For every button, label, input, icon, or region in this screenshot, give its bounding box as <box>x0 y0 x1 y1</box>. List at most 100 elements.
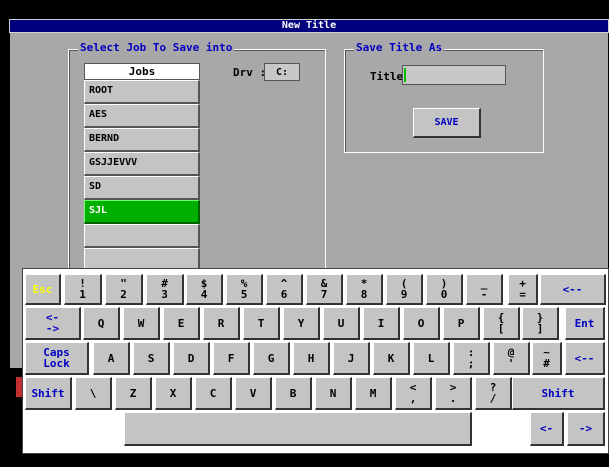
symbol-key[interactable]: + = <box>508 274 538 305</box>
key-label-bottom: 7 <box>320 288 328 301</box>
escape-key[interactable]: Esc <box>25 274 61 305</box>
key-9[interactable]: (9 <box>386 274 423 305</box>
key-2[interactable]: " 2 <box>105 274 143 305</box>
key-z[interactable]: Z <box>115 377 152 410</box>
job-list-item[interactable] <box>84 224 200 248</box>
key-n[interactable]: N <box>315 377 352 410</box>
backspace-key[interactable]: <-- <box>540 274 606 305</box>
key-l[interactable]: L <box>413 342 450 375</box>
job-list-item[interactable]: BERND <box>84 128 200 152</box>
key-label-top: U <box>337 316 345 330</box>
symbol-key[interactable]: ~ # <box>532 342 562 375</box>
job-list-item[interactable]: SJL <box>84 200 200 224</box>
key-d[interactable]: D <box>173 342 210 375</box>
key-j[interactable]: J <box>333 342 370 375</box>
symbol-key[interactable]: \ <box>75 377 112 410</box>
title-input[interactable] <box>402 65 506 85</box>
key-label-bottom: 0 <box>440 288 448 301</box>
drive-field[interactable]: C: <box>264 63 300 81</box>
key-r[interactable]: R <box>203 307 240 340</box>
key-label-top: <- <box>539 422 554 435</box>
text-cursor <box>404 68 406 82</box>
key-label-top: I <box>377 316 385 330</box>
key-label-top: P <box>457 316 465 330</box>
key-label-bottom: 1 <box>79 288 86 301</box>
key-label-top: <-- <box>562 282 583 296</box>
symbol-key[interactable]: {[ <box>483 307 520 340</box>
key-0[interactable]: ) 0 <box>426 274 463 305</box>
key-e[interactable]: E <box>163 307 200 340</box>
key-label-top: D <box>187 351 195 365</box>
shift-key[interactable]: Shift <box>25 377 72 410</box>
key-8[interactable]: * 8 <box>346 274 383 305</box>
key-4[interactable]: $4 <box>186 274 223 305</box>
key-6[interactable]: ^ 6 <box>266 274 303 305</box>
key-i[interactable]: I <box>363 307 400 340</box>
key-x[interactable]: X <box>155 377 192 410</box>
key-label-bottom: 2 <box>120 288 127 301</box>
key-label-bottom: ' <box>507 357 515 370</box>
shift-key[interactable]: Shift <box>512 377 605 410</box>
key-label-top: A <box>107 351 115 365</box>
dialog-title: New Title <box>9 19 609 33</box>
key-label-top: E <box>177 316 185 330</box>
symbol-key[interactable]: _ - <box>466 274 503 305</box>
key-v[interactable]: V <box>235 377 272 410</box>
key-label-top: Q <box>97 316 105 330</box>
key-label-bottom: ; <box>467 357 475 370</box>
key-h[interactable]: H <box>293 342 330 375</box>
symbol-key[interactable]: :; <box>453 342 490 375</box>
key-p[interactable]: P <box>443 307 480 340</box>
key-f[interactable]: F <box>213 342 250 375</box>
key-label-top: L <box>427 351 435 365</box>
key-1[interactable]: ! 1 <box>64 274 102 305</box>
key-label-top: H <box>307 351 315 365</box>
key-a[interactable]: A <box>93 342 130 375</box>
key-q[interactable]: Q <box>83 307 120 340</box>
key-label-top: Z <box>129 386 137 400</box>
key-7[interactable]: & 7 <box>306 274 343 305</box>
key-w[interactable]: W <box>123 307 160 340</box>
key-k[interactable]: K <box>373 342 410 375</box>
symbol-key[interactable]: ? / <box>475 377 512 410</box>
key-label-top: C <box>209 386 217 400</box>
key-label-top: J <box>347 351 355 365</box>
key-label-bottom: -> <box>45 322 60 335</box>
key-label-bottom: 9 <box>400 288 408 301</box>
job-list-item[interactable]: GSJJEVVV <box>84 152 200 176</box>
drive-label: Drv : <box>233 66 267 79</box>
save-button[interactable]: SAVE <box>413 108 481 138</box>
backspace-key-2[interactable]: <-- <box>565 342 605 375</box>
job-list-item[interactable]: SD <box>84 176 200 200</box>
space-key[interactable] <box>124 412 472 446</box>
arrow-right-key[interactable]: -> <box>567 412 605 446</box>
key-label-top: M <box>369 386 377 400</box>
symbol-key[interactable]: >. <box>435 377 472 410</box>
key-5[interactable]: % 5 <box>226 274 263 305</box>
key-t[interactable]: T <box>243 307 280 340</box>
key-g[interactable]: G <box>253 342 290 375</box>
key-c[interactable]: C <box>195 377 232 410</box>
key-label-top: T <box>257 316 265 330</box>
caps-lock-key[interactable]: Caps Lock <box>25 342 89 375</box>
key-label-top: Shift <box>31 386 65 400</box>
job-list-item[interactable]: AES <box>84 104 200 128</box>
enter-key[interactable]: Ent <box>565 307 605 340</box>
job-list-item[interactable]: ROOT <box>84 80 200 104</box>
key-m[interactable]: M <box>355 377 392 410</box>
jobs-list[interactable]: ROOT AES BERND GSJJEVVV SD SJL <box>84 80 200 272</box>
arrow-left-key[interactable]: <- <box>530 412 564 446</box>
key-b[interactable]: B <box>275 377 312 410</box>
key-label-top: W <box>137 316 145 330</box>
key-3[interactable]: #3 <box>146 274 184 305</box>
key-u[interactable]: U <box>323 307 360 340</box>
key-y[interactable]: Y <box>283 307 320 340</box>
key-s[interactable]: S <box>133 342 170 375</box>
key-label-bottom: - <box>480 288 488 301</box>
symbol-key[interactable]: }] <box>522 307 559 340</box>
key-o[interactable]: O <box>403 307 440 340</box>
key-label-bottom: / <box>489 392 497 405</box>
symbol-key[interactable]: <, <box>395 377 432 410</box>
symbol-key[interactable]: @ ' <box>493 342 530 375</box>
tab-key[interactable]: <- -> <box>25 307 81 340</box>
